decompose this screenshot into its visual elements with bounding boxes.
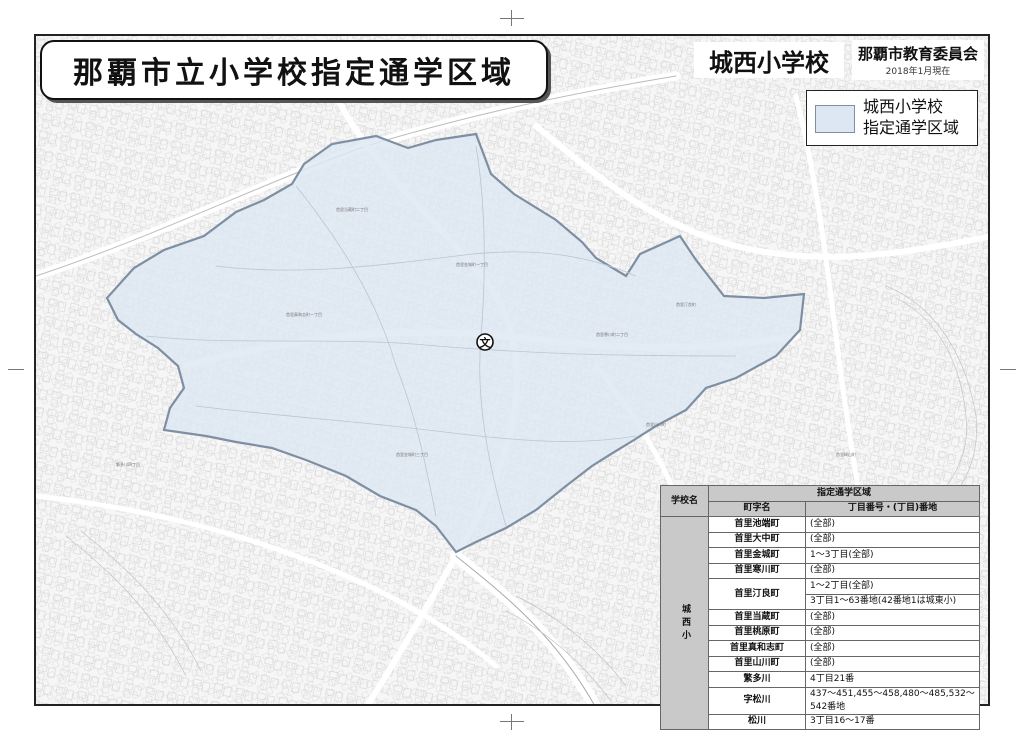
- table-row: 首里汀良町 1～2丁目(全部): [661, 578, 980, 610]
- map-title-box: 那覇市立小学校指定通学区域: [40, 40, 548, 100]
- table-town-cell: 首里桃原町: [708, 624, 806, 641]
- school-map-symbol-icon[interactable]: 文: [476, 333, 494, 351]
- crop-mark-left: [8, 369, 24, 370]
- crop-mark-bottom-h: [500, 721, 524, 722]
- table-row: 首里桃原町 (全部): [661, 624, 980, 641]
- table-row: 首里金城町 1～3丁目(全部): [661, 547, 980, 564]
- table-town-cell: 字松川: [708, 686, 806, 715]
- school-name-box: 城西小学校: [694, 42, 844, 78]
- svg-text:首里山川町: 首里山川町: [646, 421, 666, 427]
- table-town-cell: 首里池端町: [708, 516, 806, 533]
- table-row: 繁多川 4丁目21番: [661, 671, 980, 688]
- header-school: 学校名: [660, 485, 709, 517]
- table-detail-cell: (全部): [805, 655, 980, 672]
- school-name: 城西小学校: [709, 48, 829, 77]
- table-row: 字松川 437～451,455～458,480～485,532～542番地: [661, 686, 980, 715]
- table-row: 城西小 首里池端町 (全部): [660, 516, 980, 730]
- svg-text:首里金城町三丁目: 首里金城町三丁目: [396, 451, 428, 457]
- table-detail-cell: 1～2丁目(全部): [805, 578, 980, 595]
- svg-text:首里当蔵町二丁目: 首里当蔵町二丁目: [336, 206, 368, 212]
- crop-mark-bottom: [511, 714, 512, 730]
- table-row: 首里山川町 (全部): [661, 655, 980, 672]
- crop-mark-top-h: [500, 18, 524, 19]
- table-town-cell: 首里当蔵町: [708, 609, 806, 626]
- svg-text:首里真和志町一丁目: 首里真和志町一丁目: [286, 311, 322, 317]
- table-detail-cell: (全部): [805, 562, 980, 579]
- table-detail-cell: 3丁目16～17番: [805, 713, 980, 730]
- header-town: 町字名: [708, 500, 806, 517]
- table-town-cell: 首里山川町: [708, 655, 806, 672]
- legend-swatch: [815, 105, 855, 133]
- header-zone: 指定通学区域: [708, 485, 980, 502]
- table-town-cell: 首里寒川町: [708, 562, 806, 579]
- header-blocks: 丁目番号・(丁目)番地: [805, 500, 980, 517]
- svg-text:繁多川四丁目: 繁多川四丁目: [116, 461, 140, 467]
- table-town-cell: 松川: [708, 713, 806, 730]
- table-detail-cell: (全部): [805, 531, 980, 548]
- svg-text:首里金城町一丁目: 首里金城町一丁目: [456, 261, 488, 267]
- publisher-box: 那覇市教育委員会 2018年1月現在: [852, 40, 984, 80]
- table-detail-cell: 3丁目1～63番地(42番地1は城東小): [805, 593, 980, 610]
- table-detail-cell: 4丁目21番: [805, 671, 980, 688]
- crop-mark-right: [1000, 369, 1016, 370]
- table-detail-cell: (全部): [805, 624, 980, 641]
- legend-label-line1: 城西小学校: [863, 97, 944, 116]
- table-town-cell: 首里真和志町: [708, 640, 806, 657]
- legend-label: 城西小学校 指定通学区域: [863, 96, 959, 138]
- table-detail-cell: 1～3丁目(全部): [805, 547, 980, 564]
- table-town-cell: 首里大中町: [708, 531, 806, 548]
- table-detail-cell: (全部): [805, 640, 980, 657]
- svg-text:首里崎山町: 首里崎山町: [836, 451, 856, 457]
- map-legend: 城西小学校 指定通学区域: [806, 90, 978, 146]
- publish-date: 2018年1月現在: [885, 67, 951, 77]
- table-header-row: 学校名 指定通学区域: [660, 485, 980, 517]
- svg-text:首里汀良町: 首里汀良町: [676, 301, 696, 307]
- table-town-cell: 首里金城町: [708, 547, 806, 564]
- svg-text:首里寒川町二丁目: 首里寒川町二丁目: [596, 331, 628, 337]
- table-town-cell: 繁多川: [708, 671, 806, 688]
- table-detail-cell: (全部): [805, 516, 980, 533]
- table-row: 松川 3丁目16～17番: [661, 713, 980, 730]
- table-row: 首里大中町 (全部): [661, 531, 980, 548]
- table-row: 首里真和志町 (全部): [661, 640, 980, 657]
- map-title: 那覇市立小学校指定通学区域: [73, 56, 515, 91]
- district-table: 学校名 指定通学区域 町字名 丁目番号・(丁目)番地 城西小 首里池端町 (全部) 首…: [660, 485, 980, 730]
- school-symbol-text: 文: [480, 336, 492, 350]
- table-row: 首里当蔵町 (全部): [661, 609, 980, 626]
- table-school-name: 城西小: [660, 516, 709, 730]
- table-town-cell: 首里汀良町: [708, 578, 806, 610]
- table-detail-cell: 437～451,455～458,480～485,532～542番地: [805, 686, 980, 715]
- table-row: 首里寒川町 (全部): [661, 562, 980, 579]
- legend-label-line2: 指定通学区域: [863, 118, 960, 137]
- publisher-name: 那覇市教育委員会: [857, 45, 978, 63]
- table-detail-cell: (全部): [805, 609, 980, 626]
- table-subheader-row: 町字名 丁目番号・(丁目)番地: [661, 500, 980, 517]
